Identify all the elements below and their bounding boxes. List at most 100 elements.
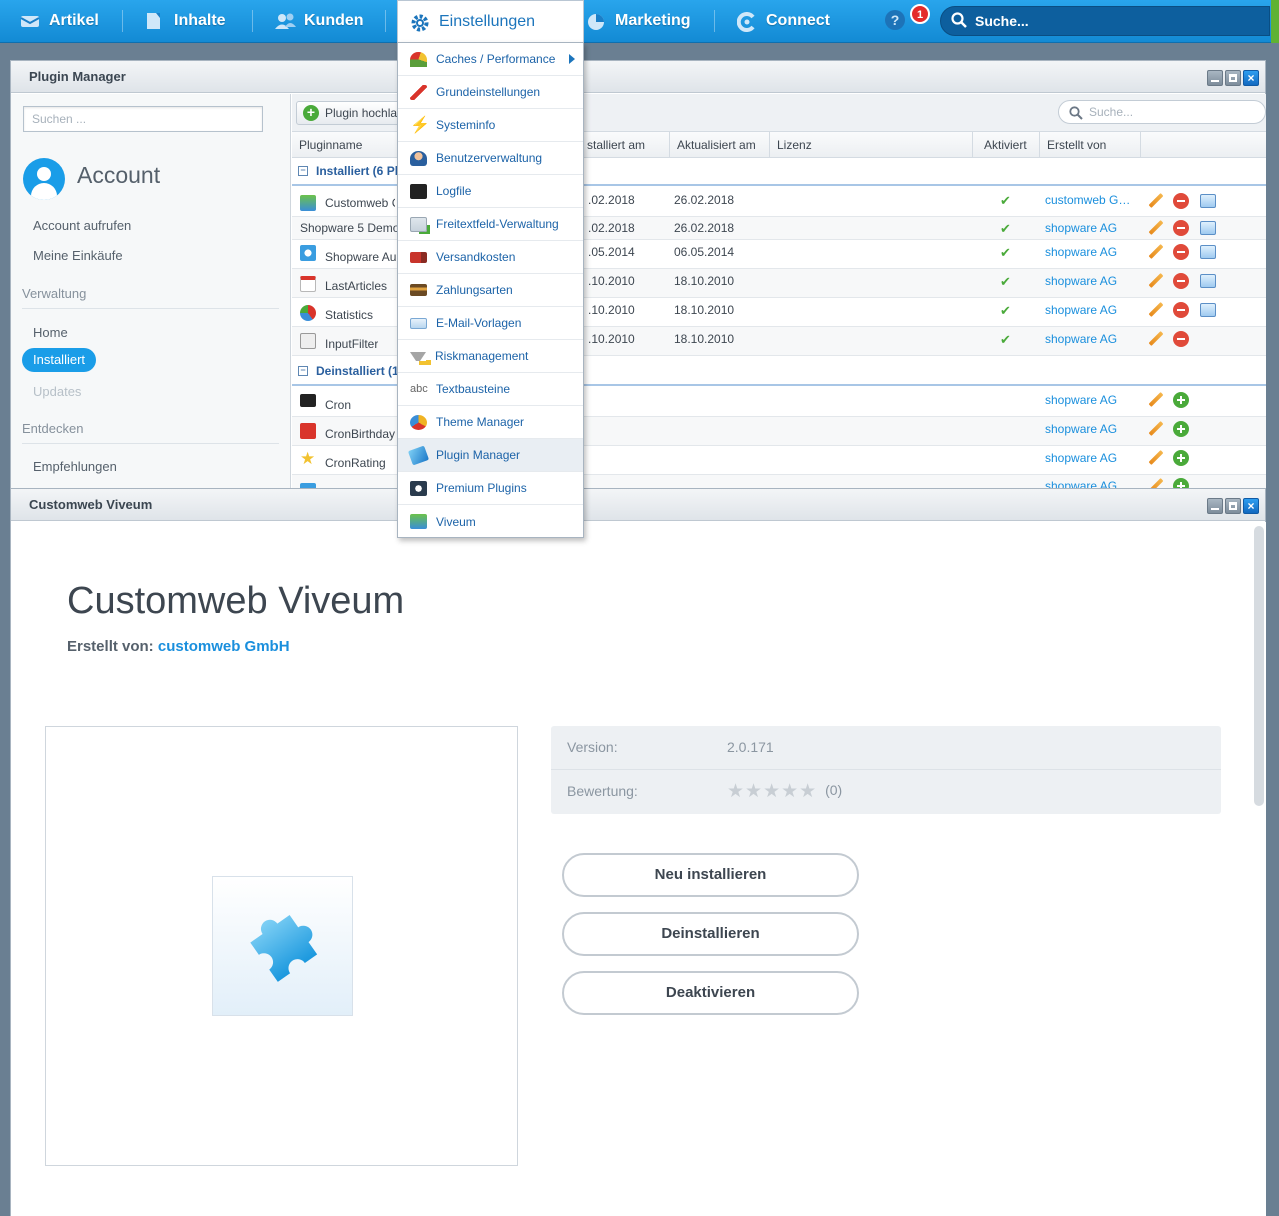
gift-icon [300, 423, 316, 439]
minimize-icon[interactable] [1207, 498, 1223, 514]
author-link[interactable]: shopware AG [1045, 274, 1117, 288]
filter-warning-icon [410, 351, 426, 361]
author-link[interactable]: shopware AG [1045, 422, 1117, 436]
column-header-installed[interactable]: stalliert am [580, 132, 670, 158]
installed-date: .10.2010 [588, 332, 635, 346]
viveum-window-header[interactable]: Customweb Viveum [11, 489, 1265, 521]
sidebar-item-home[interactable]: Home [33, 325, 68, 340]
install-icon[interactable] [1173, 421, 1189, 437]
uninstall-icon[interactable] [1173, 193, 1189, 209]
reinstall-button[interactable]: Neu installieren [562, 853, 859, 897]
menu-item-theme-manager[interactable]: Theme Manager [398, 406, 583, 439]
nav-connect[interactable]: Connect [736, 0, 830, 42]
column-header-author[interactable]: Erstellt von [1040, 132, 1141, 158]
notification-badge[interactable]: 1 [910, 4, 930, 24]
nav-artikel[interactable]: Artikel [20, 0, 99, 42]
update-icon[interactable] [1200, 245, 1216, 259]
window-controls: × [1207, 498, 1259, 514]
uninstall-icon[interactable] [1173, 331, 1189, 347]
menu-item-email-templates[interactable]: E-Mail-Vorlagen [398, 307, 583, 340]
menu-item-viveum[interactable]: Viveum [398, 505, 583, 538]
menu-item-text-snippets[interactable]: abc Textbausteine [398, 373, 583, 406]
menu-item-user-management[interactable]: Benutzerverwaltung [398, 142, 583, 175]
upload-plugin-button[interactable]: + Plugin hochla [296, 101, 409, 125]
connect-icon [736, 12, 757, 32]
author-link[interactable]: shopware AG [1045, 221, 1117, 235]
sidebar-item-account[interactable]: Account aufrufen [33, 218, 131, 233]
update-icon[interactable] [1200, 274, 1216, 288]
nav-inhalte[interactable]: Inhalte [145, 0, 226, 42]
install-icon[interactable] [1173, 392, 1189, 408]
menu-item-systeminfo[interactable]: ⚡ Systeminfo [398, 109, 583, 142]
author-link[interactable]: customweb GmbH [158, 638, 290, 655]
edit-icon[interactable] [1148, 451, 1162, 465]
uninstall-icon[interactable] [1173, 302, 1189, 318]
edit-icon[interactable] [1148, 422, 1162, 436]
sidebar-search-input[interactable]: Suchen ... [23, 106, 263, 132]
author-link[interactable]: shopware AG [1045, 393, 1117, 407]
minimize-icon[interactable] [1207, 70, 1223, 86]
menu-item-premium-plugins[interactable]: Premium Plugins [398, 472, 583, 505]
menu-item-shipping-costs[interactable]: Versandkosten [398, 241, 583, 274]
sidebar-item-recommendations[interactable]: Empfehlungen [33, 459, 117, 474]
author-link[interactable]: shopware AG [1045, 303, 1117, 317]
nav-einstellungen[interactable]: Einstellungen [397, 0, 584, 43]
column-header-active[interactable]: Aktiviert [973, 132, 1040, 158]
install-icon[interactable] [1173, 450, 1189, 466]
edit-icon[interactable] [1148, 332, 1162, 346]
menu-item-caches[interactable]: Caches / Performance [398, 43, 583, 76]
active-check-icon: ✔ [1000, 303, 1011, 318]
uninstall-icon[interactable] [1173, 220, 1189, 236]
credit-card-icon [410, 284, 427, 296]
edit-icon[interactable] [1148, 221, 1162, 235]
close-icon[interactable]: × [1243, 498, 1259, 514]
column-header-license[interactable]: Lizenz [770, 132, 973, 158]
sidebar-section-admin: Verwaltung [22, 286, 87, 301]
edit-icon[interactable] [1148, 303, 1162, 317]
update-icon[interactable] [1200, 194, 1216, 208]
menu-item-logfile[interactable]: Logfile [398, 175, 583, 208]
update-icon[interactable] [1200, 221, 1216, 235]
author-link[interactable]: shopware AG [1045, 245, 1117, 259]
nav-kunden[interactable]: Kunden [275, 0, 364, 42]
menu-item-label: Versandkosten [436, 250, 516, 264]
plugin-manager-header[interactable]: Plugin Manager [11, 61, 1265, 93]
author-link[interactable]: shopware AG [1045, 451, 1117, 465]
maximize-icon[interactable] [1225, 498, 1241, 514]
deactivate-button[interactable]: Deaktivieren [562, 971, 859, 1015]
menu-item-label: Zahlungsarten [436, 283, 513, 297]
maximize-icon[interactable] [1225, 70, 1241, 86]
menu-item-risk-management[interactable]: Riskmanagement [398, 340, 583, 373]
menu-item-basic-settings[interactable]: Grundeinstellungen [398, 76, 583, 109]
sidebar-item-installed[interactable]: Installiert [22, 348, 97, 372]
edit-icon[interactable] [1148, 393, 1162, 407]
author-link[interactable]: shopware AG [1045, 332, 1117, 346]
update-icon[interactable] [1200, 303, 1216, 317]
uninstall-icon[interactable] [1173, 273, 1189, 289]
edit-icon[interactable] [1148, 194, 1162, 208]
close-icon[interactable]: × [1243, 70, 1259, 86]
rating-label: Bewertung: [567, 783, 638, 799]
menu-item-plugin-manager[interactable]: Plugin Manager [398, 439, 583, 472]
grid-search-input[interactable]: Suche... [1058, 100, 1266, 124]
menu-item-freetext-fields[interactable]: Freitextfeld-Verwaltung [398, 208, 583, 241]
edit-icon[interactable] [1148, 274, 1162, 288]
column-header-updated[interactable]: Aktualisiert am [670, 132, 770, 158]
rating-value: ★★★★★ (0) [727, 780, 842, 803]
menu-item-payment-methods[interactable]: Zahlungsarten [398, 274, 583, 307]
vertical-scrollbar[interactable] [1254, 526, 1264, 806]
help-icon[interactable]: ? [885, 10, 905, 30]
sidebar-item-updates[interactable]: Updates [33, 384, 81, 399]
user-icon [410, 150, 427, 166]
collapse-icon[interactable]: − [298, 366, 308, 376]
account-avatar-icon [23, 158, 65, 200]
global-search-input[interactable]: Suche... [940, 6, 1270, 36]
grid-search-placeholder: Suche... [1089, 105, 1134, 119]
edit-icon[interactable] [1148, 245, 1162, 259]
sidebar-item-purchases[interactable]: Meine Einkäufe [33, 248, 123, 263]
nav-marketing[interactable]: Marketing [586, 0, 691, 42]
uninstall-button[interactable]: Deinstallieren [562, 912, 859, 956]
author-link[interactable]: customweb G… [1045, 193, 1137, 207]
collapse-icon[interactable]: − [298, 166, 308, 176]
uninstall-icon[interactable] [1173, 244, 1189, 260]
